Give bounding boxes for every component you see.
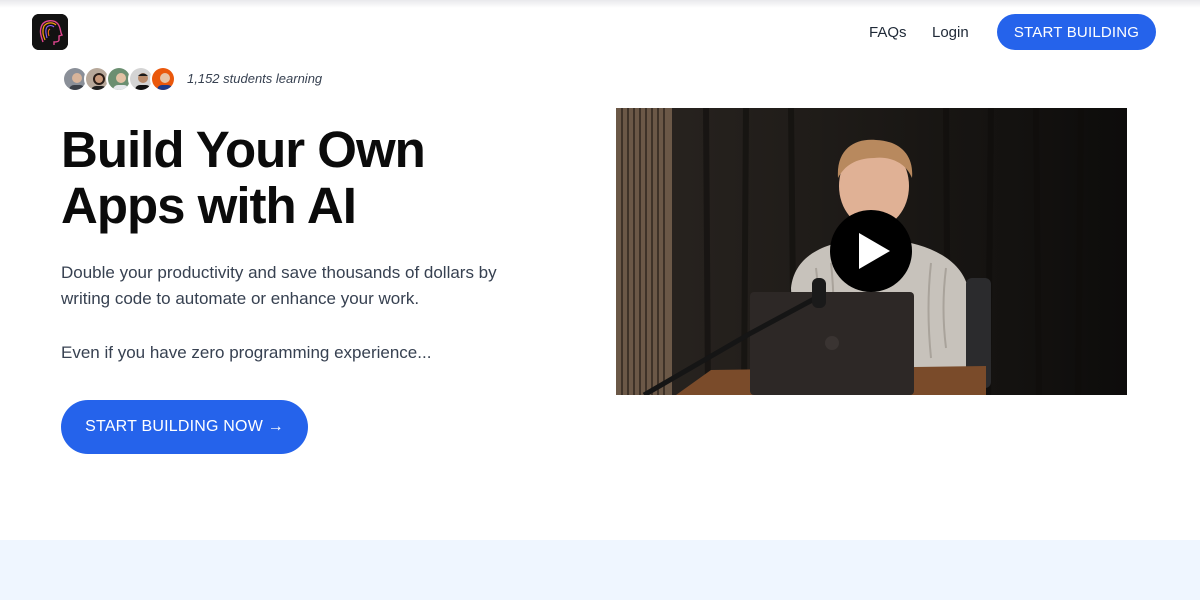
next-section-band — [0, 540, 1200, 600]
students-count: 1,152 students learning — [187, 71, 323, 86]
avatar — [150, 66, 176, 92]
nav-login-link[interactable]: Login — [932, 24, 969, 41]
start-building-button[interactable]: START BUILDING — [997, 14, 1156, 50]
top-shadow — [0, 0, 1200, 8]
student-avatars — [62, 66, 178, 92]
hero-subtitle: Double your productivity and save thousa… — [61, 263, 497, 308]
nav-faqs-link[interactable]: FAQs — [869, 24, 907, 41]
intro-video[interactable] — [616, 108, 1127, 395]
brain-head-icon[interactable] — [32, 14, 68, 50]
hero-subtitle-secondary: Even if you have zero programming experi… — [61, 343, 432, 362]
hero-headline: Build Your Own Apps with AI — [61, 121, 426, 234]
start-building-now-button[interactable]: START BUILDING NOW → — [61, 400, 308, 454]
